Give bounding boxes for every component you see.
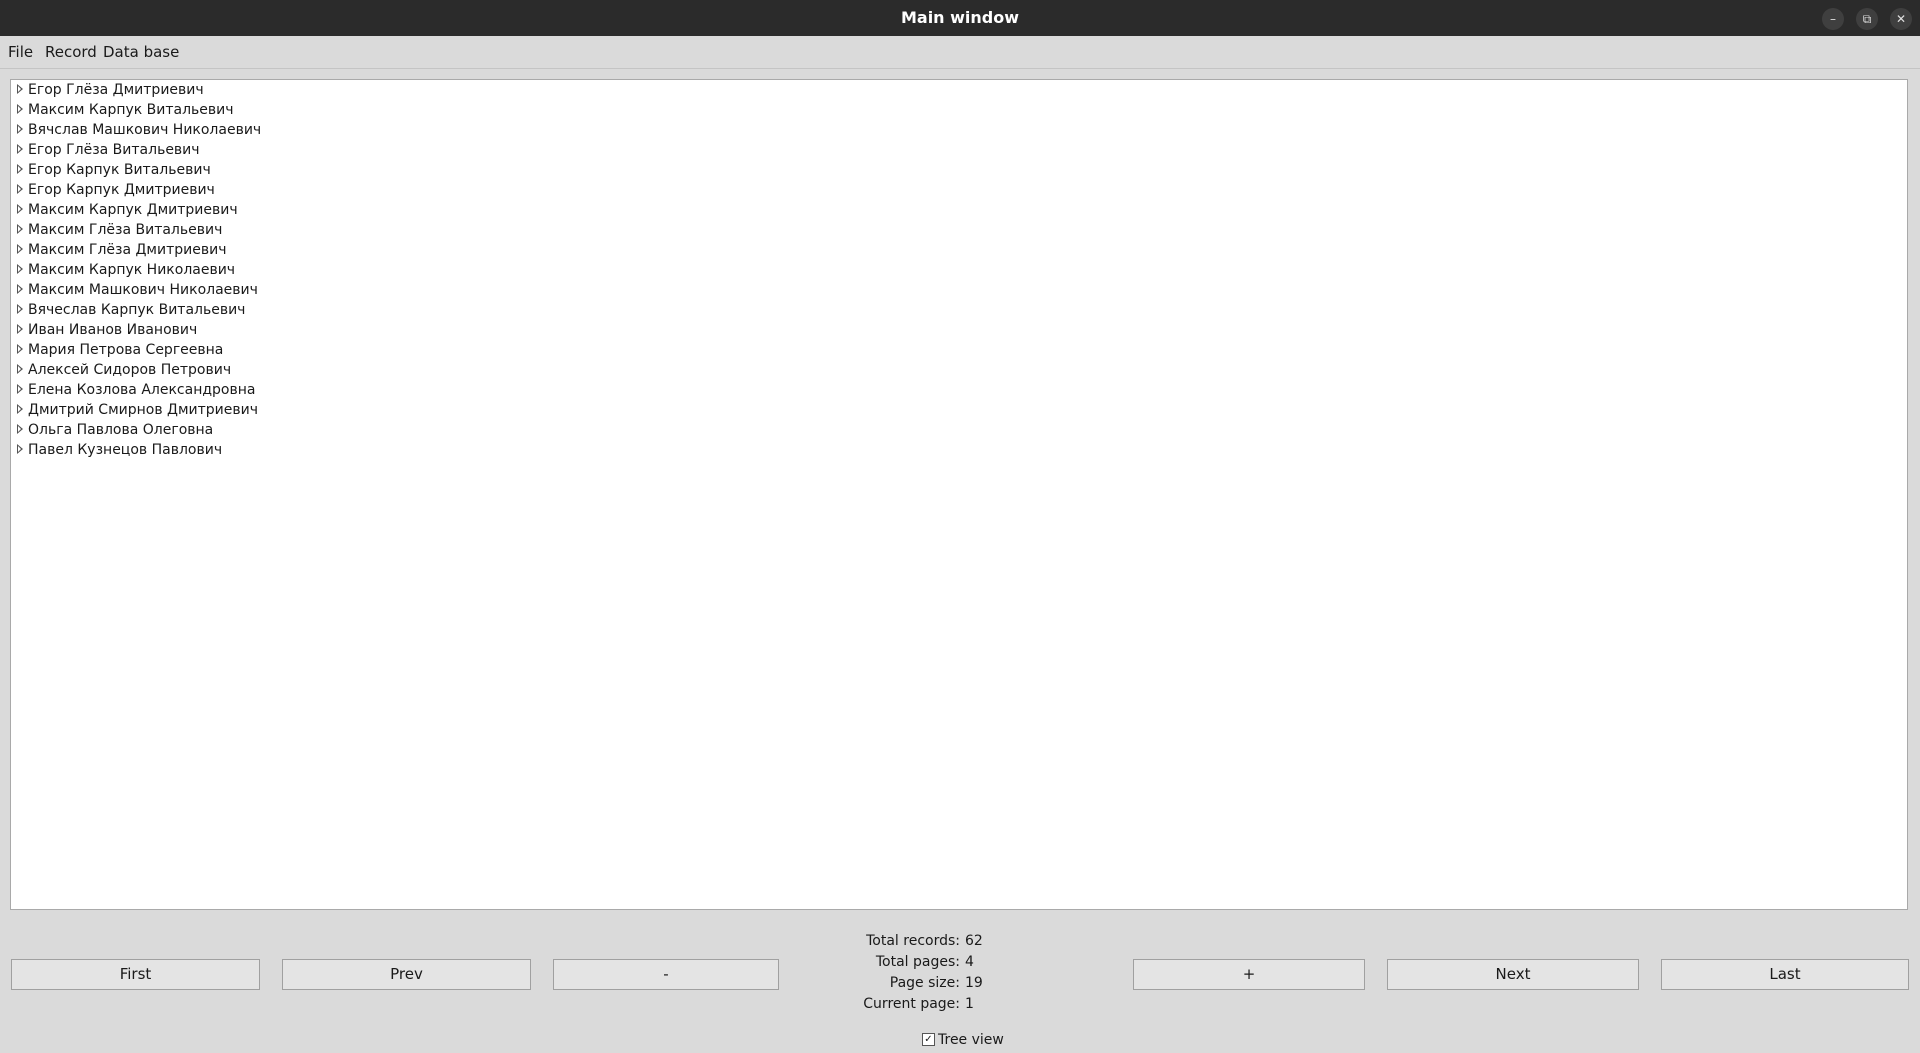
tree-row[interactable]: Дмитрий Смирнов Дмитриевич xyxy=(17,400,258,420)
tree-row-label: Елена Козлова Александровна xyxy=(28,382,256,398)
tree-row-label: Максим Глёза Витальевич xyxy=(28,222,223,238)
tree-row[interactable]: Мария Петрова Сергеевна xyxy=(17,340,223,360)
page-size-value: 19 xyxy=(965,975,983,991)
tree-row[interactable]: Егор Глёза Дмитриевич xyxy=(17,80,204,100)
total-records-label: Total records: xyxy=(866,933,960,949)
expand-arrow-icon[interactable] xyxy=(17,384,23,394)
current-page-value: 1 xyxy=(965,996,974,1012)
tree-row-label: Егор Карпук Дмитриевич xyxy=(28,182,215,198)
expand-arrow-icon[interactable] xyxy=(17,404,23,414)
tree-row[interactable]: Вячслав Машкович Николаевич xyxy=(17,120,261,140)
tree-view-label: Tree view xyxy=(938,1032,1004,1048)
tree-row[interactable]: Елена Козлова Александровна xyxy=(17,380,255,400)
tree-row[interactable]: Павел Кузнецов Павлович xyxy=(17,440,222,460)
expand-arrow-icon[interactable] xyxy=(17,444,23,454)
tree-row-label: Максим Глёза Дмитриевич xyxy=(28,242,227,258)
tree-row-label: Егор Глёза Витальевич xyxy=(28,142,200,158)
total-pages-row: Total pages: 4 xyxy=(860,952,1050,973)
tree-view-checkbox[interactable]: ✓ xyxy=(922,1032,935,1046)
expand-arrow-icon[interactable] xyxy=(17,424,23,434)
total-records-row: Total records: 62 xyxy=(860,931,1050,952)
next-button[interactable]: Next xyxy=(1387,959,1639,990)
tree-row[interactable]: Максим Машкович Николаевич xyxy=(17,280,258,300)
current-page-row: Current page: 1 xyxy=(860,994,1050,1015)
menu-record[interactable]: Record xyxy=(45,36,97,68)
tree-row[interactable]: Алексей Сидоров Петрович xyxy=(17,360,231,380)
tree-row[interactable]: Егор Глёза Витальевич xyxy=(17,140,200,160)
expand-arrow-icon[interactable] xyxy=(17,324,23,334)
first-button-label: First xyxy=(119,965,152,983)
decrease-page-size-button[interactable]: - xyxy=(553,959,779,990)
tree-row-label: Иван Иванов Иванович xyxy=(28,322,198,338)
last-button-label: Last xyxy=(1769,965,1801,983)
tree-row[interactable]: Максим Карпук Дмитриевич xyxy=(17,200,238,220)
tree-row[interactable]: Максим Карпук Николаевич xyxy=(17,260,235,280)
tree-row-label: Максим Карпук Витальевич xyxy=(28,102,234,118)
expand-arrow-icon[interactable] xyxy=(17,84,23,94)
tree-row[interactable]: Егор Карпук Витальевич xyxy=(17,160,211,180)
expand-arrow-icon[interactable] xyxy=(17,184,23,194)
tree-row-label: Егор Глёза Дмитриевич xyxy=(28,82,204,98)
expand-arrow-icon[interactable] xyxy=(17,224,23,234)
menu-database[interactable]: Data base xyxy=(103,36,179,68)
expand-arrow-icon[interactable] xyxy=(17,244,23,254)
tree-row-label: Павел Кузнецов Павлович xyxy=(28,442,223,458)
tree-row-label: Алексей Сидоров Петрович xyxy=(28,362,232,378)
tree-row[interactable]: Иван Иванов Иванович xyxy=(17,320,197,340)
expand-arrow-icon[interactable] xyxy=(17,124,23,134)
expand-arrow-icon[interactable] xyxy=(17,264,23,274)
total-pages-label: Total pages: xyxy=(875,954,960,970)
tree-row[interactable]: Вячеслав Карпук Витальевич xyxy=(17,300,245,320)
tree-row[interactable]: Егор Карпук Дмитриевич xyxy=(17,180,215,200)
restore-icon[interactable]: ⧉ xyxy=(1856,8,1878,30)
menu-bar: File Record Data base xyxy=(0,36,1920,69)
minimize-icon[interactable]: – xyxy=(1822,8,1844,30)
tree-view-toggle[interactable]: ✓ Tree view xyxy=(922,1030,1004,1050)
expand-arrow-icon[interactable] xyxy=(17,304,23,314)
expand-arrow-icon[interactable] xyxy=(17,144,23,154)
expand-arrow-icon[interactable] xyxy=(17,364,23,374)
next-button-label: Next xyxy=(1495,965,1531,983)
expand-arrow-icon[interactable] xyxy=(17,164,23,174)
total-records-value: 62 xyxy=(965,933,983,949)
title-bar: Main window – ⧉ ✕ xyxy=(0,0,1920,36)
tree-row-label: Максим Карпук Дмитриевич xyxy=(28,202,238,218)
first-button[interactable]: First xyxy=(11,959,260,990)
tree-row-label: Вячслав Машкович Николаевич xyxy=(28,122,262,138)
menu-file[interactable]: File xyxy=(8,36,33,68)
tree-row[interactable]: Максим Карпук Витальевич xyxy=(17,100,234,120)
expand-arrow-icon[interactable] xyxy=(17,284,23,294)
prev-button[interactable]: Prev xyxy=(282,959,531,990)
tree-row[interactable]: Максим Глёза Витальевич xyxy=(17,220,222,240)
page-size-label: Page size: xyxy=(889,975,960,991)
tree-row-label: Максим Карпук Николаевич xyxy=(28,262,236,278)
records-tree[interactable]: Егор Глёза Дмитриевич Максим Карпук Витал… xyxy=(10,79,1908,910)
tree-row-label: Дмитрий Смирнов Дмитриевич xyxy=(28,402,259,418)
tree-row-label: Максим Машкович Николаевич xyxy=(28,282,258,298)
window-title: Main window xyxy=(900,8,1020,27)
prev-button-label: Prev xyxy=(390,965,423,983)
expand-arrow-icon[interactable] xyxy=(17,104,23,114)
page-size-row: Page size: 19 xyxy=(860,973,1050,994)
tree-row-label: Ольга Павлова Олеговна xyxy=(28,422,214,438)
expand-arrow-icon[interactable] xyxy=(17,204,23,214)
tree-row-label: Егор Карпук Витальевич xyxy=(28,162,211,178)
tree-row-label: Вячеслав Карпук Витальевич xyxy=(28,302,246,318)
tree-row[interactable]: Ольга Павлова Олеговна xyxy=(17,420,213,440)
plus-button-label: + xyxy=(1242,965,1256,983)
expand-arrow-icon[interactable] xyxy=(17,344,23,354)
total-pages-value: 4 xyxy=(965,954,974,970)
last-button[interactable]: Last xyxy=(1661,959,1909,990)
tree-row-label: Мария Петрова Сергеевна xyxy=(28,342,224,358)
minus-button-label: - xyxy=(663,965,669,983)
close-icon[interactable]: ✕ xyxy=(1890,8,1912,30)
current-page-label: Current page: xyxy=(863,996,960,1012)
increase-page-size-button[interactable]: + xyxy=(1133,959,1365,990)
tree-row[interactable]: Максим Глёза Дмитриевич xyxy=(17,240,226,260)
